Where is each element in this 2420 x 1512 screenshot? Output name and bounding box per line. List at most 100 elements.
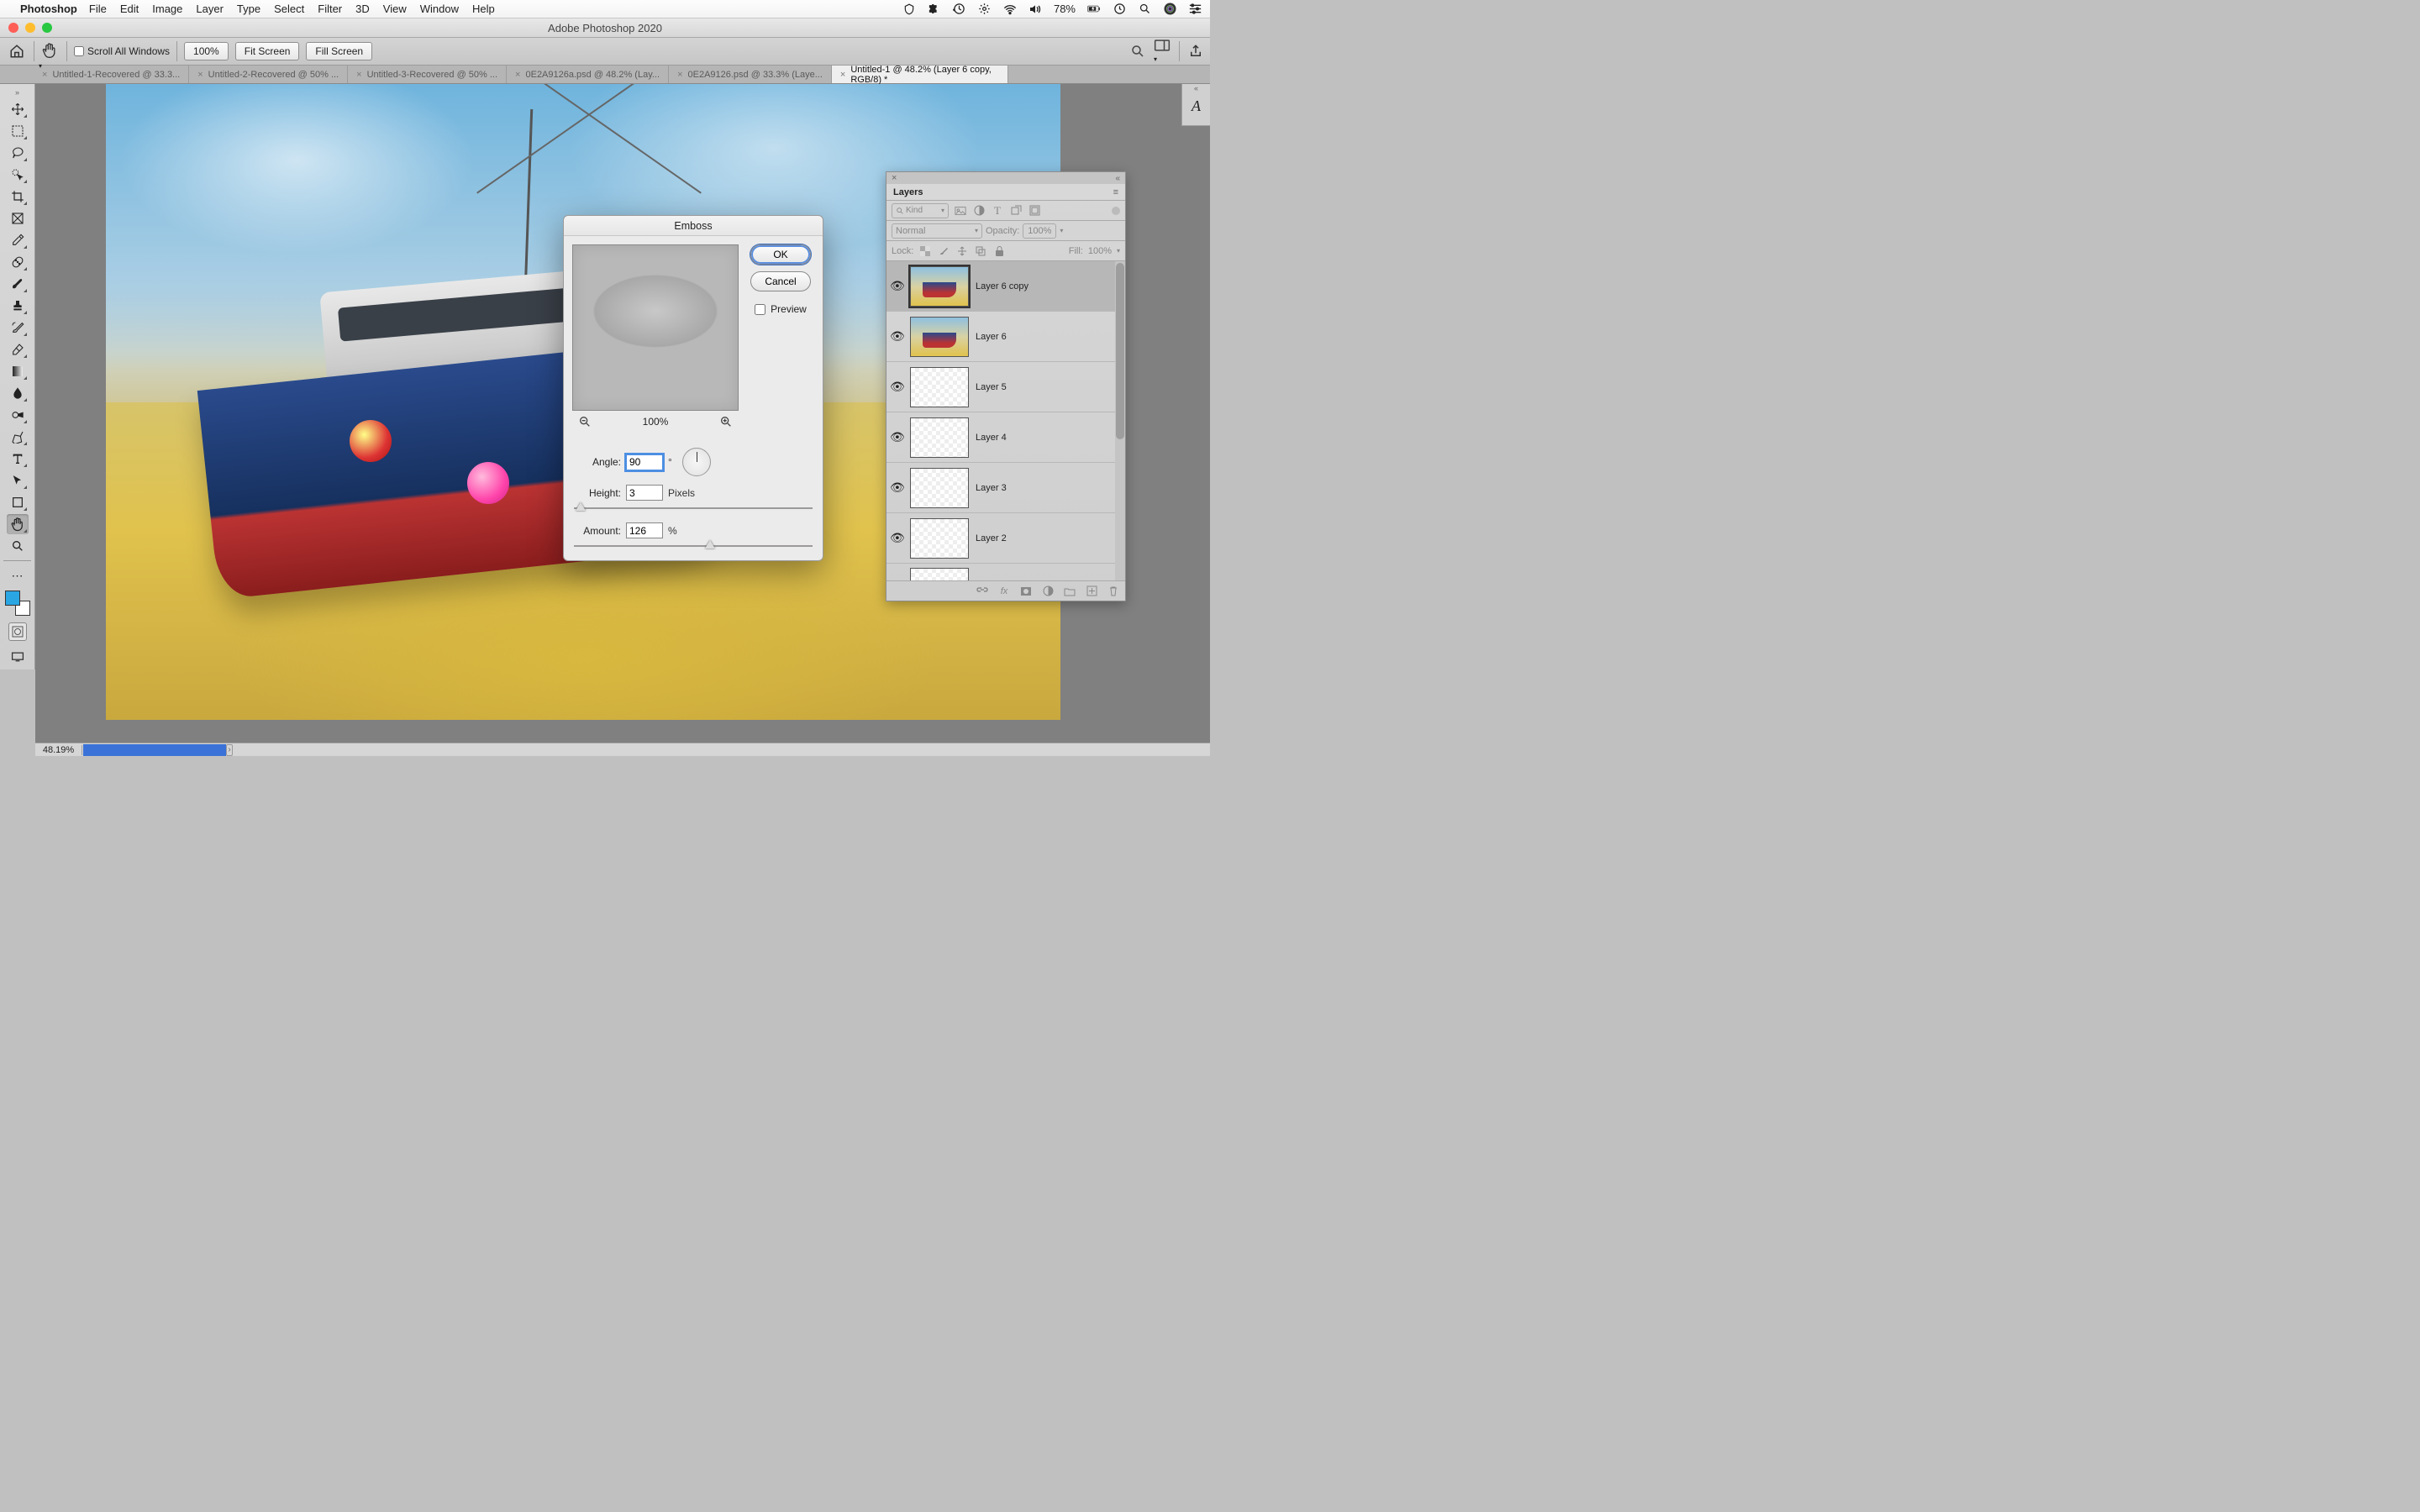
lock-paint-icon[interactable] bbox=[937, 244, 950, 258]
layer-row[interactable]: 👁 Layer 2 bbox=[886, 513, 1125, 564]
healing-tool[interactable] bbox=[7, 252, 29, 272]
layer-thumb[interactable] bbox=[910, 518, 969, 559]
close-icon[interactable]: × bbox=[197, 70, 203, 80]
menu-window[interactable]: Window bbox=[420, 3, 459, 15]
brush-tool[interactable] bbox=[7, 274, 29, 294]
zoom-out-icon[interactable] bbox=[577, 414, 592, 429]
layer-row[interactable]: 👁 Layer 3 bbox=[886, 463, 1125, 513]
filter-pixel-icon[interactable] bbox=[954, 204, 967, 218]
height-input[interactable] bbox=[626, 485, 663, 501]
lock-nest-icon[interactable] bbox=[974, 244, 987, 258]
layer-name[interactable]: Layer 3 bbox=[976, 483, 1122, 493]
menu-type[interactable]: Type bbox=[237, 3, 260, 15]
amount-input[interactable] bbox=[626, 522, 663, 538]
filter-kind-dropdown[interactable]: Kind▾ bbox=[892, 203, 949, 218]
filter-adjust-icon[interactable] bbox=[972, 204, 986, 218]
panel-menu-icon[interactable]: ≡ bbox=[1113, 187, 1118, 197]
layer-thumb[interactable] bbox=[910, 568, 969, 581]
layer-thumb[interactable] bbox=[910, 317, 969, 357]
new-layer-icon[interactable] bbox=[1085, 585, 1098, 598]
quick-select-tool[interactable] bbox=[7, 165, 29, 185]
siri-icon[interactable] bbox=[1163, 3, 1176, 16]
visibility-icon[interactable]: 👁 bbox=[890, 480, 903, 495]
hand-tool[interactable] bbox=[7, 514, 29, 534]
link-layers-icon[interactable] bbox=[976, 585, 989, 598]
lasso-tool[interactable] bbox=[7, 143, 29, 163]
battery-icon[interactable] bbox=[1087, 3, 1101, 16]
status-zoom[interactable]: 48.19% bbox=[35, 745, 82, 755]
visibility-icon[interactable]: 👁 bbox=[890, 380, 903, 394]
close-icon[interactable]: × bbox=[42, 70, 47, 80]
history-brush-tool[interactable] bbox=[7, 318, 29, 338]
lock-trans-icon[interactable] bbox=[918, 244, 932, 258]
ok-button[interactable]: OK bbox=[750, 244, 811, 265]
volume-icon[interactable] bbox=[1028, 3, 1042, 16]
amount-slider[interactable] bbox=[574, 540, 813, 552]
dodge-tool[interactable] bbox=[7, 405, 29, 425]
workspace-icon[interactable]: ▾ bbox=[1154, 39, 1171, 64]
scrollbar-thumb[interactable] bbox=[1116, 263, 1124, 439]
zoom-in-icon[interactable] bbox=[718, 414, 734, 429]
share-icon[interactable] bbox=[1188, 44, 1203, 59]
filter-shape-icon[interactable] bbox=[1009, 204, 1023, 218]
progress-handle[interactable]: › bbox=[226, 744, 233, 756]
window-close-button[interactable] bbox=[8, 23, 18, 33]
layer-name[interactable]: Layer 2 bbox=[976, 533, 1122, 543]
window-maximize-button[interactable] bbox=[42, 23, 52, 33]
angle-input[interactable] bbox=[626, 454, 663, 470]
panel-collapse-icon[interactable]: « bbox=[1194, 84, 1198, 94]
layer-scrollbar[interactable] bbox=[1115, 261, 1125, 580]
puzzle-icon[interactable] bbox=[928, 3, 941, 16]
marquee-tool[interactable] bbox=[7, 121, 29, 141]
filter-type-icon[interactable]: T bbox=[991, 204, 1004, 218]
filter-toggle[interactable] bbox=[1112, 207, 1120, 215]
height-slider[interactable] bbox=[574, 502, 813, 514]
layer-thumb[interactable] bbox=[910, 417, 969, 458]
blend-mode-dropdown[interactable]: Normal▾ bbox=[892, 223, 982, 239]
wifi-icon[interactable] bbox=[1003, 3, 1017, 16]
screen-mode-button[interactable] bbox=[8, 648, 27, 666]
path-select-tool[interactable] bbox=[7, 470, 29, 491]
layer-row[interactable]: 👁 Layer 6 copy bbox=[886, 261, 1125, 312]
visibility-icon[interactable]: 👁 bbox=[890, 531, 903, 545]
layer-fx-icon[interactable]: fx bbox=[997, 585, 1011, 598]
group-icon[interactable] bbox=[1063, 585, 1076, 598]
layer-thumb[interactable] bbox=[910, 367, 969, 407]
pen-tool[interactable] bbox=[7, 427, 29, 447]
menu-image[interactable]: Image bbox=[152, 3, 182, 15]
shield-icon[interactable] bbox=[902, 3, 916, 16]
stamp-tool[interactable] bbox=[7, 296, 29, 316]
panel-close-icon[interactable]: × bbox=[892, 173, 897, 183]
close-icon[interactable]: × bbox=[515, 70, 520, 80]
app-name[interactable]: Photoshop bbox=[20, 3, 77, 15]
layer-mask-icon[interactable] bbox=[1019, 585, 1033, 598]
move-tool[interactable] bbox=[7, 99, 29, 119]
eraser-tool[interactable] bbox=[7, 339, 29, 360]
doc-tab[interactable]: ×Untitled-3-Recovered @ 50% ... bbox=[348, 66, 507, 83]
doc-tab[interactable]: ×Untitled-1-Recovered @ 33.3... bbox=[34, 66, 189, 83]
layers-tab[interactable]: Layers bbox=[893, 187, 923, 197]
delete-layer-icon[interactable] bbox=[1107, 585, 1120, 598]
layer-row[interactable]: 👁 Layer 4 bbox=[886, 412, 1125, 463]
menu-view[interactable]: View bbox=[383, 3, 407, 15]
spotlight-icon[interactable] bbox=[1138, 3, 1151, 16]
menu-file[interactable]: File bbox=[89, 3, 107, 15]
layer-row[interactable]: 👁 Layer 5 bbox=[886, 362, 1125, 412]
layer-thumb[interactable] bbox=[910, 266, 969, 307]
gradient-tool[interactable] bbox=[7, 361, 29, 381]
layer-name[interactable]: Layer 6 bbox=[976, 332, 1122, 342]
filter-preview[interactable] bbox=[572, 244, 739, 411]
crop-tool[interactable] bbox=[7, 186, 29, 207]
menu-layer[interactable]: Layer bbox=[196, 3, 224, 15]
eyedropper-tool[interactable] bbox=[7, 230, 29, 250]
fill-screen-button[interactable]: Fill Screen bbox=[306, 42, 372, 60]
clock-icon[interactable] bbox=[1113, 3, 1126, 16]
layer-row[interactable]: 👁 Layer 6 bbox=[886, 312, 1125, 362]
character-panel-icon[interactable]: A bbox=[1185, 94, 1208, 118]
shape-tool[interactable] bbox=[7, 492, 29, 512]
color-swatches[interactable] bbox=[5, 591, 30, 616]
preview-checkbox[interactable]: Preview bbox=[755, 303, 807, 315]
doc-tab[interactable]: ×0E2A9126a.psd @ 48.2% (Lay... bbox=[507, 66, 669, 83]
panel-expand-icon[interactable]: « bbox=[1115, 174, 1120, 183]
fg-color-swatch[interactable] bbox=[5, 591, 20, 606]
